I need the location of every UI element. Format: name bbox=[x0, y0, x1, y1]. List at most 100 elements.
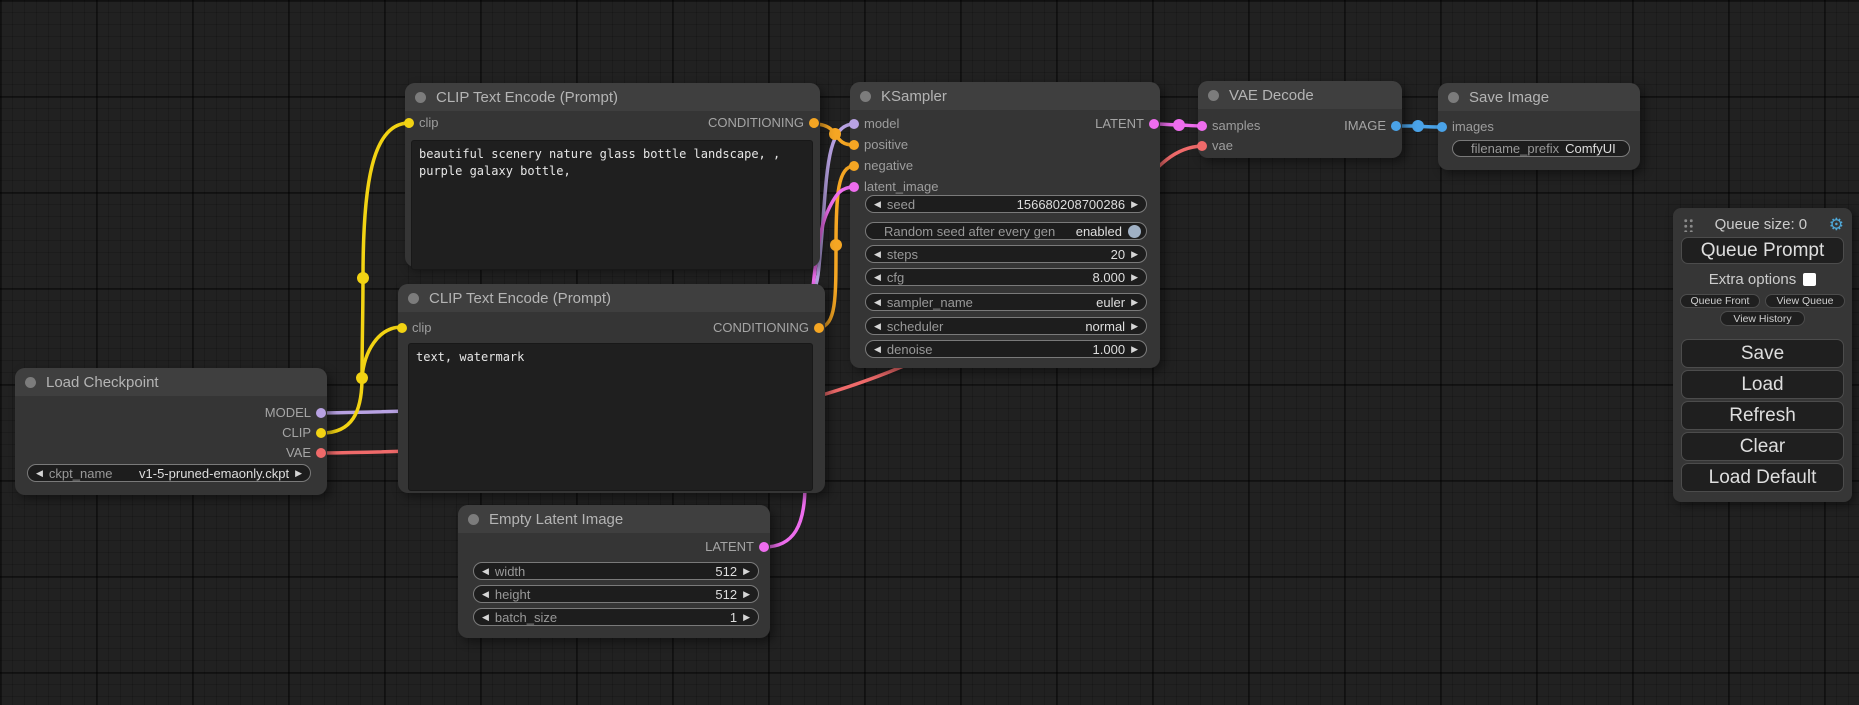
widget-right-arrow-icon[interactable]: ▶ bbox=[1131, 298, 1138, 307]
widget-left-arrow-icon[interactable]: ◀ bbox=[482, 590, 489, 599]
input-label-negative: negative bbox=[864, 158, 913, 173]
port-conditioning-output[interactable] bbox=[809, 118, 819, 128]
steps-widget[interactable]: ◀ steps 20 ▶ bbox=[865, 245, 1147, 263]
node-title-bar[interactable]: CLIP Text Encode (Prompt) bbox=[405, 83, 820, 111]
collapse-dot-icon[interactable] bbox=[408, 293, 419, 304]
reroute-dot-clip-1[interactable] bbox=[356, 372, 368, 384]
port-vae-input[interactable] bbox=[1197, 141, 1207, 151]
cfg-widget[interactable]: ◀ cfg 8.000 ▶ bbox=[865, 268, 1147, 286]
port-images-input[interactable] bbox=[1437, 122, 1447, 132]
clear-button[interactable]: Clear bbox=[1681, 432, 1844, 461]
port-negative-input[interactable] bbox=[849, 161, 859, 171]
widget-right-arrow-icon[interactable]: ▶ bbox=[1131, 273, 1138, 282]
prompt-textarea[interactable]: text, watermark bbox=[408, 343, 813, 491]
widget-right-arrow-icon[interactable]: ▶ bbox=[295, 469, 302, 478]
collapse-dot-icon[interactable] bbox=[468, 514, 479, 525]
batch-size-widget[interactable]: ◀ batch_size 1 ▶ bbox=[473, 608, 759, 626]
port-image-output[interactable] bbox=[1391, 121, 1401, 131]
node-title-bar[interactable]: Save Image bbox=[1438, 83, 1640, 111]
collapse-dot-icon[interactable] bbox=[1448, 92, 1459, 103]
port-positive-input[interactable] bbox=[849, 140, 859, 150]
widget-left-arrow-icon[interactable]: ◀ bbox=[874, 298, 881, 307]
port-vae-output[interactable] bbox=[316, 448, 326, 458]
port-latent-output[interactable] bbox=[759, 542, 769, 552]
port-samples-input[interactable] bbox=[1197, 121, 1207, 131]
prompt-textarea[interactable]: beautiful scenery nature glass bottle la… bbox=[411, 140, 813, 270]
input-label-clip: clip bbox=[419, 115, 439, 130]
node-ksampler[interactable]: KSampler model LATENT positive negative … bbox=[850, 82, 1160, 368]
enabled-toggle[interactable] bbox=[1128, 225, 1141, 238]
extra-options-checkbox[interactable] bbox=[1803, 273, 1816, 286]
widget-right-arrow-icon[interactable]: ▶ bbox=[743, 567, 750, 576]
node-title-bar[interactable]: CLIP Text Encode (Prompt) bbox=[398, 284, 825, 312]
seed-widget[interactable]: ◀ seed 156680208700286 ▶ bbox=[865, 195, 1147, 213]
width-widget[interactable]: ◀ width 512 ▶ bbox=[473, 562, 759, 580]
view-history-button[interactable]: View History bbox=[1720, 311, 1805, 326]
collapse-dot-icon[interactable] bbox=[415, 92, 426, 103]
node-vae-decode[interactable]: VAE Decode samples IMAGE vae bbox=[1198, 81, 1402, 158]
widget-left-arrow-icon[interactable]: ◀ bbox=[482, 613, 489, 622]
port-row: clip CONDITIONING bbox=[398, 319, 825, 337]
widget-value: 20 bbox=[1111, 247, 1125, 262]
port-clip-output[interactable] bbox=[316, 428, 326, 438]
node-title-bar[interactable]: Load Checkpoint bbox=[15, 368, 327, 396]
port-row: vae bbox=[1198, 137, 1402, 155]
random-seed-widget[interactable]: Random seed after every gen enabled bbox=[865, 222, 1147, 240]
load-default-button[interactable]: Load Default bbox=[1681, 463, 1844, 492]
node-empty-latent-image[interactable]: Empty Latent Image LATENT ◀ width 512 ▶ … bbox=[458, 505, 770, 638]
filename-prefix-widget[interactable]: filename_prefix ComfyUI bbox=[1452, 140, 1630, 157]
reroute-dot-latent[interactable] bbox=[1173, 119, 1185, 131]
node-title: CLIP Text Encode (Prompt) bbox=[429, 290, 611, 307]
port-clip-input[interactable] bbox=[397, 323, 407, 333]
queue-prompt-button[interactable]: Queue Prompt bbox=[1681, 237, 1844, 264]
drag-handle-icon[interactable] bbox=[1682, 217, 1693, 232]
widget-right-arrow-icon[interactable]: ▶ bbox=[1131, 322, 1138, 331]
sampler-name-widget[interactable]: ◀ sampler_name euler ▶ bbox=[865, 293, 1147, 311]
output-label-image: IMAGE bbox=[1344, 118, 1386, 133]
port-latent-image-input[interactable] bbox=[849, 182, 859, 192]
reroute-dot-positive[interactable] bbox=[829, 128, 841, 140]
widget-left-arrow-icon[interactable]: ◀ bbox=[874, 322, 881, 331]
settings-gear-icon[interactable]: ⚙ bbox=[1829, 216, 1844, 233]
queue-front-button[interactable]: Queue Front bbox=[1680, 294, 1760, 308]
widget-right-arrow-icon[interactable]: ▶ bbox=[1131, 250, 1138, 259]
widget-right-arrow-icon[interactable]: ▶ bbox=[1131, 200, 1138, 209]
reroute-dot-image[interactable] bbox=[1412, 120, 1424, 132]
reroute-dot-negative[interactable] bbox=[830, 239, 842, 251]
scheduler-widget[interactable]: ◀ scheduler normal ▶ bbox=[865, 317, 1147, 335]
widget-left-arrow-icon[interactable]: ◀ bbox=[36, 469, 43, 478]
port-row: model LATENT bbox=[850, 115, 1160, 133]
widget-left-arrow-icon[interactable]: ◀ bbox=[874, 250, 881, 259]
reroute-dot-clip-2[interactable] bbox=[357, 272, 369, 284]
node-clip-text-encode-positive[interactable]: CLIP Text Encode (Prompt) clip CONDITION… bbox=[405, 83, 820, 267]
collapse-dot-icon[interactable] bbox=[1208, 90, 1219, 101]
graph-canvas[interactable]: Load Checkpoint MODEL CLIP VAE ◀ ckpt_na… bbox=[0, 0, 1859, 705]
port-clip-input[interactable] bbox=[404, 118, 414, 128]
node-save-image[interactable]: Save Image images filename_prefix ComfyU… bbox=[1438, 83, 1640, 170]
refresh-button[interactable]: Refresh bbox=[1681, 401, 1844, 430]
node-title-bar[interactable]: VAE Decode bbox=[1198, 81, 1402, 109]
widget-left-arrow-icon[interactable]: ◀ bbox=[482, 567, 489, 576]
widget-left-arrow-icon[interactable]: ◀ bbox=[874, 200, 881, 209]
node-title-bar[interactable]: KSampler bbox=[850, 82, 1160, 110]
node-title-bar[interactable]: Empty Latent Image bbox=[458, 505, 770, 533]
denoise-widget[interactable]: ◀ denoise 1.000 ▶ bbox=[865, 340, 1147, 358]
port-model-input[interactable] bbox=[849, 119, 859, 129]
ckpt-name-widget[interactable]: ◀ ckpt_name v1-5-pruned-emaonly.ckpt ▶ bbox=[27, 464, 311, 482]
widget-left-arrow-icon[interactable]: ◀ bbox=[874, 345, 881, 354]
view-queue-button[interactable]: View Queue bbox=[1765, 294, 1845, 308]
collapse-dot-icon[interactable] bbox=[860, 91, 871, 102]
widget-left-arrow-icon[interactable]: ◀ bbox=[874, 273, 881, 282]
save-button[interactable]: Save bbox=[1681, 339, 1844, 368]
widget-right-arrow-icon[interactable]: ▶ bbox=[743, 590, 750, 599]
widget-right-arrow-icon[interactable]: ▶ bbox=[743, 613, 750, 622]
port-model-output[interactable] bbox=[316, 408, 326, 418]
node-clip-text-encode-negative[interactable]: CLIP Text Encode (Prompt) clip CONDITION… bbox=[398, 284, 825, 493]
node-load-checkpoint[interactable]: Load Checkpoint MODEL CLIP VAE ◀ ckpt_na… bbox=[15, 368, 327, 495]
widget-right-arrow-icon[interactable]: ▶ bbox=[1131, 345, 1138, 354]
port-latent-output[interactable] bbox=[1149, 119, 1159, 129]
collapse-dot-icon[interactable] bbox=[25, 377, 36, 388]
height-widget[interactable]: ◀ height 512 ▶ bbox=[473, 585, 759, 603]
load-button[interactable]: Load bbox=[1681, 370, 1844, 399]
port-conditioning-output[interactable] bbox=[814, 323, 824, 333]
